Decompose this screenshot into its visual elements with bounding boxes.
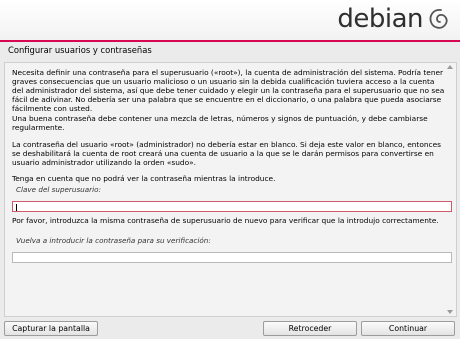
password-field[interactable] — [12, 201, 452, 212]
installer-banner: debian — [0, 0, 460, 40]
back-button[interactable]: Retroceder — [263, 321, 357, 336]
password-label: Clave del superusuario: — [16, 185, 101, 194]
scroll-up-arrow-icon[interactable] — [447, 65, 453, 69]
scroll-down-arrow-icon[interactable] — [447, 310, 453, 314]
root-blank-paragraph: La contraseña del usuario «root» (admini… — [12, 140, 441, 167]
continue-button[interactable]: Continuar — [361, 321, 455, 336]
verify-instruction: Por favor, introduzca la misma contraseñ… — [12, 216, 439, 225]
screenshot-button[interactable]: Capturar la pantalla — [4, 321, 98, 336]
page-title: Configurar usuarios y contraseñas — [8, 45, 152, 55]
password-advice-paragraph: Una buena contraseña debe contener una m… — [12, 114, 428, 132]
accent-separator — [0, 40, 460, 42]
hidden-input-note: Tenga en cuenta que no podrá ver la cont… — [12, 174, 276, 183]
verify-label: Vuelva a introducir la contraseña para s… — [16, 236, 211, 245]
text-cursor — [16, 204, 17, 211]
debian-logo-text: debian — [337, 4, 423, 34]
scrollbar[interactable] — [447, 65, 454, 314]
intro-paragraph: Necesita definir una contraseña para el … — [12, 68, 445, 113]
debian-swirl-icon — [429, 9, 448, 29]
verify-password-field[interactable] — [12, 252, 452, 263]
content-panel: Necesita definir una contraseña para el … — [4, 62, 457, 317]
